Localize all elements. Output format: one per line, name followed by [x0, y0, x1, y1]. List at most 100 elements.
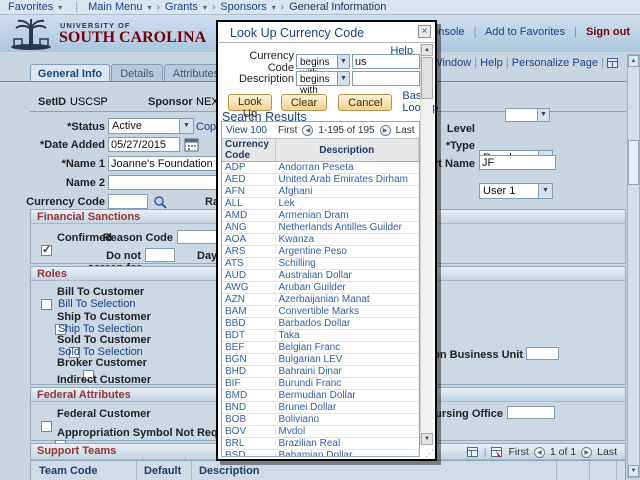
currency-description-link[interactable]: Lek: [279, 198, 295, 209]
currency-code-link[interactable]: AOA: [225, 234, 246, 245]
currency-description-link[interactable]: Kwanza: [279, 234, 315, 245]
currency-code-link[interactable]: ALL: [225, 198, 243, 209]
breadcrumb-grants[interactable]: Grants: [165, 1, 198, 13]
currency-description-link[interactable]: Azerbaijanian Manat: [279, 294, 370, 305]
currency-code-link[interactable]: BDT: [225, 330, 245, 341]
currency-description-link[interactable]: Mvdol: [279, 426, 306, 437]
currency-code-link[interactable]: BEF: [225, 342, 244, 353]
currency-code-link[interactable]: BOB: [225, 414, 246, 425]
disbursing-office-input[interactable]: [507, 406, 555, 419]
top-right-select[interactable]: ▼: [505, 108, 550, 122]
personalize-layout-icon[interactable]: [607, 58, 618, 68]
description-search-input[interactable]: [352, 71, 420, 86]
currency-description-link[interactable]: Convertible Marks: [279, 306, 360, 317]
look-up-button[interactable]: Look Up: [228, 94, 272, 111]
currency-description-link[interactable]: Armenian Dram: [279, 210, 349, 221]
cancel-button[interactable]: Cancel: [338, 94, 392, 111]
confirmed-checkbox[interactable]: [41, 245, 52, 256]
date-added-input[interactable]: [108, 137, 180, 152]
name2-input[interactable]: [108, 175, 220, 190]
currency-code-link[interactable]: BOV: [225, 426, 246, 437]
currency-description-link[interactable]: Afghani: [279, 186, 313, 197]
previous-page-icon[interactable]: ◀: [534, 447, 545, 458]
name1-input[interactable]: [108, 156, 220, 171]
clear-button[interactable]: Clear: [281, 94, 327, 111]
currency-description-link[interactable]: Brazilian Real: [279, 438, 341, 449]
select-arrow-icon[interactable]: ▼: [538, 184, 552, 198]
breadcrumb-main-menu[interactable]: Main Menu: [88, 1, 142, 13]
calendar-icon[interactable]: [184, 137, 199, 152]
currency-description-link[interactable]: Aruban Guilder: [279, 282, 346, 293]
currency-description-link[interactable]: Brunei Dollar: [279, 402, 337, 413]
tab-details[interactable]: Details: [111, 64, 163, 82]
currency-description-link[interactable]: Boliviano: [279, 414, 320, 425]
short-name-input[interactable]: [479, 155, 556, 170]
currency-code-link[interactable]: BAM: [225, 306, 247, 317]
close-icon[interactable]: ×: [418, 25, 431, 38]
currency-description-link[interactable]: Andorran Peseta: [279, 162, 354, 173]
currency-code-link[interactable]: ADP: [225, 162, 246, 173]
breadcrumb-favorites[interactable]: Favorites: [8, 1, 53, 13]
scrollbar-thumb[interactable]: [628, 140, 639, 185]
currency-description-link[interactable]: Bermudian Dollar: [279, 390, 356, 401]
currency-description-link[interactable]: Bahamian Dollar: [279, 450, 353, 457]
description-operator-select[interactable]: begins with ▼: [296, 71, 350, 86]
currency-code-link[interactable]: AZN: [225, 294, 245, 305]
currency-operator-select[interactable]: begins with ▼: [296, 54, 350, 69]
currency-description-link[interactable]: United Arab Emirates Dirham: [279, 174, 409, 185]
currency-description-link[interactable]: Netherlands Antilles Guilder: [279, 222, 402, 233]
currency-code-link[interactable]: ANG: [225, 222, 247, 233]
select-arrow-icon[interactable]: ▼: [337, 72, 349, 85]
currency-code-input[interactable]: [108, 194, 148, 209]
page-scrollbar[interactable]: ▲ ▼: [627, 54, 640, 478]
resize-grip-icon[interactable]: ⋰: [425, 448, 434, 459]
next-page-icon[interactable]: ▶: [380, 125, 391, 136]
currency-code-link[interactable]: AWG: [225, 282, 249, 293]
screen-days-input[interactable]: [145, 248, 175, 262]
currency-code-link[interactable]: AMD: [225, 210, 247, 221]
currency-description-link[interactable]: Belgian Franc: [279, 342, 341, 353]
currency-code-link[interactable]: BGN: [225, 354, 247, 365]
select-arrow-icon[interactable]: ▼: [537, 109, 549, 121]
breadcrumb-sponsors[interactable]: Sponsors: [220, 1, 266, 13]
consolidation-business-unit-input[interactable]: [526, 347, 559, 360]
currency-code-link[interactable]: BRL: [225, 438, 244, 449]
currency-description-link[interactable]: Barbados Dollar: [279, 318, 351, 329]
select-arrow-icon[interactable]: ▼: [337, 55, 349, 68]
scroll-up-icon[interactable]: ▲: [421, 44, 433, 56]
currency-code-link[interactable]: BBD: [225, 318, 246, 329]
currency-description-link[interactable]: Taka: [279, 330, 300, 341]
modal-scrollbar[interactable]: ▲ ▼: [420, 44, 433, 445]
currency-code-link[interactable]: BSD: [225, 450, 246, 457]
currency-description-link[interactable]: Australian Dollar: [279, 270, 352, 281]
personalize-page-link[interactable]: Personalize Page: [512, 57, 598, 69]
type-select[interactable]: User 1 ▼: [479, 183, 553, 199]
currency-code-link[interactable]: AFN: [225, 186, 245, 197]
scrollbar-thumb[interactable]: [421, 57, 433, 99]
scroll-down-icon[interactable]: ▼: [421, 433, 433, 445]
currency-code-link[interactable]: ATS: [225, 258, 244, 269]
scroll-up-icon[interactable]: ▲: [628, 55, 639, 67]
view-100-link[interactable]: View 100: [226, 125, 267, 136]
currency-description-link[interactable]: Argentine Peso: [279, 246, 347, 257]
currency-description-link[interactable]: Schilling: [279, 258, 316, 269]
currency-description-link[interactable]: Bahraini Dinar: [279, 366, 342, 377]
sign-out-link[interactable]: Sign out: [586, 26, 630, 38]
currency-code-link[interactable]: BMD: [225, 390, 247, 401]
bill-to-customer-checkbox[interactable]: [41, 299, 52, 310]
help-link[interactable]: Help: [480, 57, 503, 69]
currency-code-link[interactable]: AED: [225, 174, 246, 185]
currency-code-link[interactable]: BND: [225, 402, 246, 413]
currency-code-link[interactable]: AUD: [225, 270, 246, 281]
select-arrow-icon[interactable]: ▼: [179, 119, 193, 133]
lookup-magnifier-icon[interactable]: [153, 195, 167, 209]
currency-code-link[interactable]: BIF: [225, 378, 241, 389]
scroll-down-icon[interactable]: ▼: [628, 465, 639, 477]
add-to-favorites-link[interactable]: Add to Favorites: [485, 26, 565, 38]
currency-code-link[interactable]: BHD: [225, 366, 246, 377]
bill-to-selection-link[interactable]: Bill To Selection: [58, 298, 135, 310]
personalize-grid-icon[interactable]: [467, 446, 479, 458]
status-select[interactable]: Active ▼: [108, 118, 194, 134]
currency-search-input[interactable]: [352, 54, 420, 69]
next-page-icon[interactable]: ▶: [581, 447, 592, 458]
